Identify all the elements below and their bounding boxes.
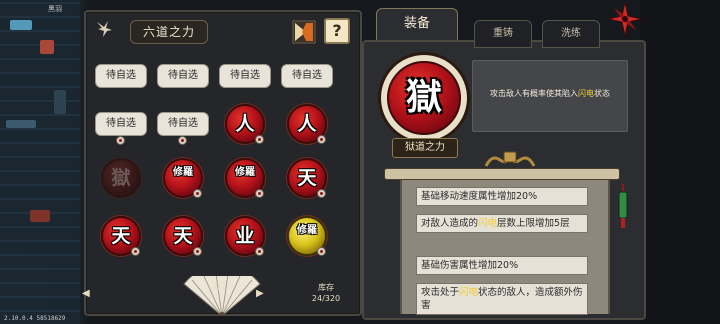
tab-refine[interactable]: 洗练 [542,20,600,48]
power-orb[interactable]: 修羅 [280,216,334,256]
empty-slot-label: 待自选 [95,64,147,88]
power-orb[interactable]: 修羅 [156,158,210,198]
prev-page-arrow[interactable]: ◀ [82,288,90,299]
tab-equip[interactable]: 装备 [376,8,458,40]
stat-text: 基础伤害属性增加20% [421,260,519,271]
stat-highlight: 闪电 [478,218,498,229]
empty-slot[interactable]: 待自选 [156,104,210,145]
map-prop [6,120,36,128]
power-orb[interactable]: 人 [218,104,272,144]
desc-text: 攻击敌人有概率使其陷入 [490,89,578,98]
empty-slot[interactable]: 待自选 [218,56,272,96]
stock-value: 24/320 [311,294,341,303]
orb-badge-icon [317,135,326,144]
orb-badge-icon [193,247,202,256]
power-orb[interactable]: 业 [218,216,272,256]
orb-badge-icon [317,189,326,198]
power-orb[interactable]: 天 [280,158,334,198]
map-scene-left [0,0,80,324]
power-orb[interactable]: 人 [280,104,334,144]
stat-line: 基础移动速度属性增加20% [416,187,588,206]
desc-text-end: 状态 [594,89,610,98]
scroll-ornament [484,151,536,167]
slot-badge-icon [116,136,125,145]
orb-badge-icon [193,189,202,198]
empty-slot-label: 待自选 [95,112,147,136]
orb-badge-icon [255,189,264,198]
selected-power-inner: 獄 [387,61,461,135]
empty-slot-label: 待自选 [157,64,209,88]
scroll-rod [384,168,620,180]
bird-icon [94,18,114,40]
empty-slot[interactable]: 待自选 [156,56,210,96]
stat-text: 攻击处于 [421,287,460,298]
power-orb-icon: 獄 [101,158,141,198]
page-indicator: 1/2 [211,282,227,292]
stock-counter: 库存 24/320 [304,282,348,304]
selected-power-name: 狱道之力 [392,138,458,158]
map-prop [30,210,50,222]
tassel-icon [618,184,628,228]
empty-slot[interactable]: 待自选 [94,56,148,96]
orb-badge-icon [255,135,264,144]
next-page-arrow[interactable]: ▶ [256,288,264,299]
selected-power-description: 攻击敌人有概率使其陷入闪电状态 [472,60,628,132]
stat-text: 基础移动速度属性增加20% [421,191,538,202]
empty-slot[interactable]: 待自选 [280,56,334,96]
empty-slot-label: 待自选 [157,112,209,136]
map-prop [10,20,32,30]
desc-highlight: 闪电 [578,89,594,98]
tab-bar: 装备 重铸 洗练 [376,8,606,48]
stock-label: 库存 [318,283,334,292]
map-scene-right [640,0,720,324]
six-paths-panel: 六道之力 ? 待自选 待自选 待自选 待自选 待自选 待自选人人獄修羅 修羅天天天业修羅 ◀… [82,10,362,316]
power-orb[interactable]: 天 [156,216,210,256]
map-prop [40,40,54,54]
empty-slot[interactable]: 待自选 [94,104,148,145]
empty-slot-label: 待自选 [281,64,333,88]
corner-label: 黑羽 [48,5,62,13]
stat-text-end: 层数上限增加5层 [497,218,570,229]
stat-line: 基础伤害属性增加20% [416,256,588,275]
sort-icon[interactable] [292,20,316,44]
panel-header: 六道之力 ? [92,16,354,46]
orb-badge-icon [317,247,326,256]
selected-power-orb: 獄 [378,52,470,144]
orb-badge-icon [255,247,264,256]
power-orb[interactable]: 修羅 [218,158,272,198]
help-button[interactable]: ? [324,18,350,44]
stat-text: 对敌人造成的 [421,218,479,229]
panel-title: 六道之力 [130,20,208,44]
tab-reforge[interactable]: 重铸 [474,20,532,48]
slot-badge-icon [178,136,187,145]
stat-line: 攻击处于闪电状态的敌人，造成额外伤害 [416,283,588,315]
power-orb[interactable]: 天 [94,216,148,256]
map-prop [54,90,66,114]
empty-slot-label: 待自选 [219,64,271,88]
version-label: 2.10.0.4 58518629 [4,315,66,322]
stat-highlight: 闪电 [459,287,479,298]
orb-badge-icon [131,247,140,256]
shuriken-icon[interactable] [606,0,644,38]
power-orb-glyph: 獄 [111,167,131,189]
selected-power-glyph: 獄 [405,76,442,118]
power-orb[interactable]: 獄 [94,158,148,198]
stat-line: 对敌人造成的闪电层数上限增加5层 [416,214,588,233]
